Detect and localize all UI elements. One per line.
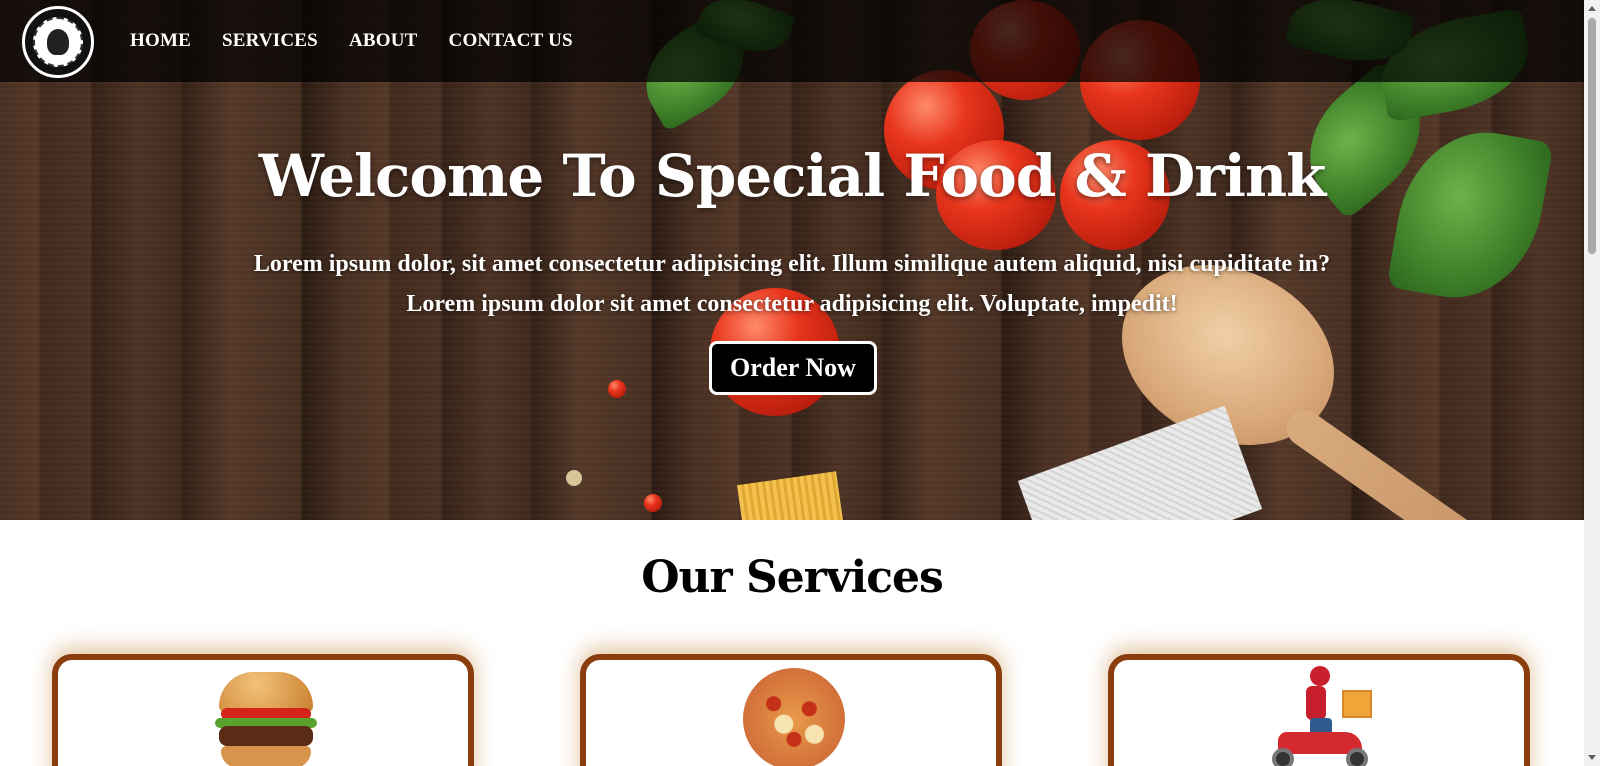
nav-link-about[interactable]: ABOUT <box>349 30 418 52</box>
service-card-delivery[interactable] <box>1108 654 1530 766</box>
scroll-up-icon[interactable] <box>1588 6 1596 11</box>
service-card-burger[interactable] <box>52 654 474 766</box>
hero-subtitle-line-1: Lorem ipsum dolor, sit amet consectetur … <box>253 251 1331 277</box>
delivery-box <box>1342 690 1372 718</box>
nav-link-services[interactable]: SERVICES <box>222 30 318 52</box>
scroll-down-icon[interactable] <box>1588 755 1596 760</box>
logo-emblem <box>33 17 83 67</box>
burger-patty <box>219 726 313 746</box>
hero-section: HOME SERVICES ABOUT CONTACT US Welcome T… <box>0 0 1584 520</box>
restaurant-logo-icon[interactable] <box>22 6 94 78</box>
nav-link-contact-us[interactable]: CONTACT US <box>449 30 573 52</box>
hero-subtitle-line-2: Lorem ipsum dolor sit amet consectetur a… <box>406 291 1178 317</box>
peppercorn-image <box>566 470 582 486</box>
burger-bun-top <box>219 672 313 712</box>
peppercorn-image <box>608 380 626 398</box>
nav-links: HOME SERVICES ABOUT CONTACT US <box>130 30 573 52</box>
peppercorn-image <box>644 494 662 512</box>
burger-image <box>215 672 317 766</box>
pizza-image <box>743 668 845 766</box>
nav-link-home[interactable]: HOME <box>130 30 191 52</box>
delivery-scooter-image <box>1266 664 1378 766</box>
hero-subtitle: Lorem ipsum dolor, sit amet consectetur … <box>150 244 1434 324</box>
navbar: HOME SERVICES ABOUT CONTACT US <box>0 0 1584 82</box>
rider-helmet <box>1310 666 1330 686</box>
order-now-button[interactable]: Order Now <box>709 341 877 395</box>
burger-bun-bottom <box>221 746 311 766</box>
service-card-pizza[interactable] <box>580 654 1002 766</box>
scooter-wheel <box>1346 748 1368 766</box>
services-title: Our Services <box>641 552 944 603</box>
scooter-wheel <box>1272 748 1294 766</box>
scroll-thumb[interactable] <box>1588 18 1596 254</box>
rider-body <box>1306 686 1326 720</box>
hero-title: Welcome To Special Food & Drink <box>258 142 1327 210</box>
page-scrollbar[interactable] <box>1584 0 1600 766</box>
